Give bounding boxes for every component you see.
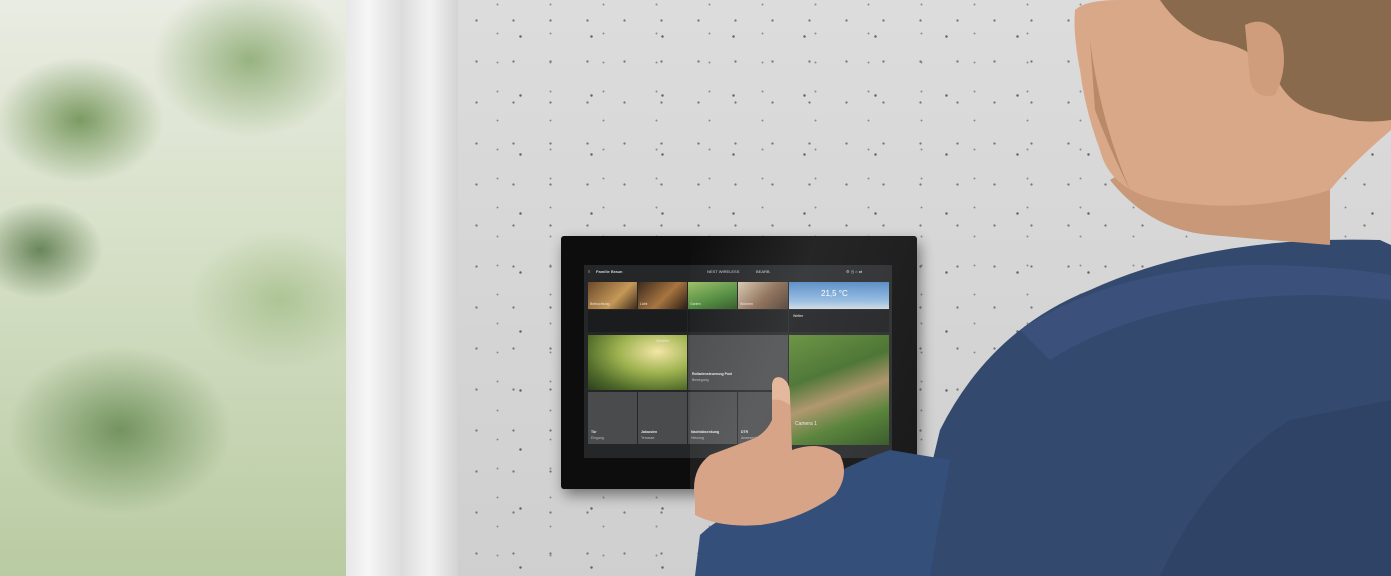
photo-scene: ≡ Familie Braun NEST WIRELESS BEARB. ⚙ ◷… [0, 0, 1391, 576]
control-tile-door[interactable]: Tür Eingang [588, 392, 637, 444]
header-title: Familie Braun [596, 269, 623, 274]
window-garden-view [0, 0, 350, 576]
control-tile-blinds[interactable]: Jalousien Terrasse [638, 392, 687, 444]
garden-photo-tile[interactable]: Weather [588, 335, 687, 390]
scene-tile-1[interactable]: Beleuchtung [588, 282, 637, 309]
window-frame [346, 0, 458, 576]
scene-tile-2[interactable]: Licht [638, 282, 687, 309]
man-touching-panel [690, 0, 1391, 576]
menu-icon[interactable]: ≡ [588, 269, 590, 274]
info-strip-1 [588, 310, 687, 332]
